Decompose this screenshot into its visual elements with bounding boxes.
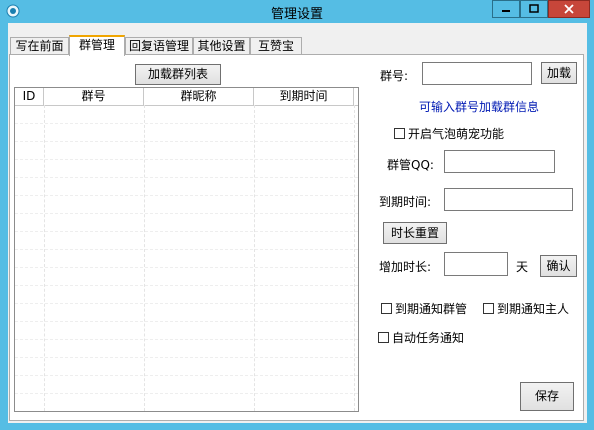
grid-row-line — [15, 141, 358, 142]
grid-row-line — [15, 285, 358, 286]
close-button[interactable] — [548, 0, 590, 18]
notify-owner-checkbox[interactable]: 到期通知主人 — [483, 300, 569, 317]
grid-row-line — [15, 357, 358, 358]
grid-row-line — [15, 123, 358, 124]
expire-time-label: 到期时间: — [379, 195, 432, 209]
grid-row-line — [15, 213, 358, 214]
column-group-nickname[interactable]: 群昵称 — [144, 88, 254, 105]
column-expire-time[interactable]: 到期时间 — [254, 88, 354, 105]
day-unit-label: 天 — [516, 260, 529, 274]
checkbox-box[interactable] — [394, 128, 405, 139]
notify-admin-label: 到期通知群管 — [395, 302, 468, 316]
grid-row-line — [15, 231, 358, 232]
grid-row-line — [15, 411, 358, 412]
column-group-no[interactable]: 群号 — [44, 88, 144, 105]
close-icon — [564, 4, 574, 14]
app-window: 管理设置 写在前面 群管理 回复语管理 其他设置 互赞宝 加载群列表 ID 群号… — [0, 0, 594, 430]
group-management-panel: 加载群列表 ID 群号 群昵称 到期时间 群号: 加载 可输入群号加载群信息 开… — [9, 54, 584, 421]
grid-row-line — [15, 195, 358, 196]
grid-line — [354, 105, 355, 411]
tab-group-management[interactable]: 群管理 — [69, 35, 125, 56]
minimize-button[interactable] — [492, 0, 520, 18]
tab-intro[interactable]: 写在前面 — [10, 37, 69, 55]
grid-row-line — [15, 267, 358, 268]
notify-admin-checkbox[interactable]: 到期通知群管 — [381, 300, 467, 317]
load-button[interactable]: 加载 — [541, 62, 577, 84]
auto-task-notify-checkbox[interactable]: 自动任务通知 — [378, 329, 464, 346]
grid-row-line — [15, 375, 358, 376]
checkbox-box[interactable] — [483, 303, 494, 314]
grid-row-line — [15, 339, 358, 340]
enable-bubble-label: 开启气泡萌宠功能 — [408, 127, 505, 141]
tab-reply-management[interactable]: 回复语管理 — [125, 37, 193, 55]
grid-row-line — [15, 249, 358, 250]
reset-duration-button[interactable]: 时长重置 — [383, 222, 447, 244]
grid-row-line — [15, 321, 358, 322]
maximize-icon — [529, 4, 539, 13]
add-duration-label: 增加时长: — [379, 260, 432, 274]
grid-line — [44, 105, 45, 411]
group-table: ID 群号 群昵称 到期时间 — [14, 87, 359, 412]
group-no-input[interactable] — [422, 62, 532, 85]
checkbox-box[interactable] — [381, 303, 392, 314]
add-duration-input[interactable] — [444, 252, 508, 276]
tab-mutual-like[interactable]: 互赞宝 — [250, 37, 302, 55]
admin-qq-label: 群管QQ: — [387, 158, 434, 172]
grid-row-line — [15, 159, 358, 160]
grid-row-line — [15, 303, 358, 304]
grid-row-line — [15, 177, 358, 178]
load-group-list-button[interactable]: 加载群列表 — [135, 64, 221, 85]
save-button[interactable]: 保存 — [520, 382, 574, 411]
tab-other-settings[interactable]: 其他设置 — [193, 37, 250, 55]
expire-time-input[interactable] — [444, 188, 573, 211]
auto-task-notify-label: 自动任务通知 — [392, 331, 465, 345]
group-no-hint: 可输入群号加载群信息 — [419, 100, 540, 114]
grid-row-line — [15, 393, 358, 394]
confirm-button[interactable]: 确认 — [540, 255, 577, 277]
grid-line — [144, 105, 145, 411]
title-bar[interactable]: 管理设置 — [0, 0, 594, 23]
admin-qq-input[interactable] — [444, 150, 555, 173]
client-area: 写在前面 群管理 回复语管理 其他设置 互赞宝 加载群列表 ID 群号 群昵称 … — [8, 23, 587, 423]
minimize-icon — [502, 10, 510, 12]
group-no-label: 群号: — [380, 69, 409, 83]
grid-line — [254, 105, 255, 411]
table-header: ID 群号 群昵称 到期时间 — [15, 88, 358, 106]
column-id[interactable]: ID — [15, 88, 44, 105]
maximize-button[interactable] — [520, 0, 548, 18]
notify-owner-label: 到期通知主人 — [497, 302, 570, 316]
checkbox-box[interactable] — [378, 332, 389, 343]
enable-bubble-checkbox[interactable]: 开启气泡萌宠功能 — [394, 125, 504, 142]
